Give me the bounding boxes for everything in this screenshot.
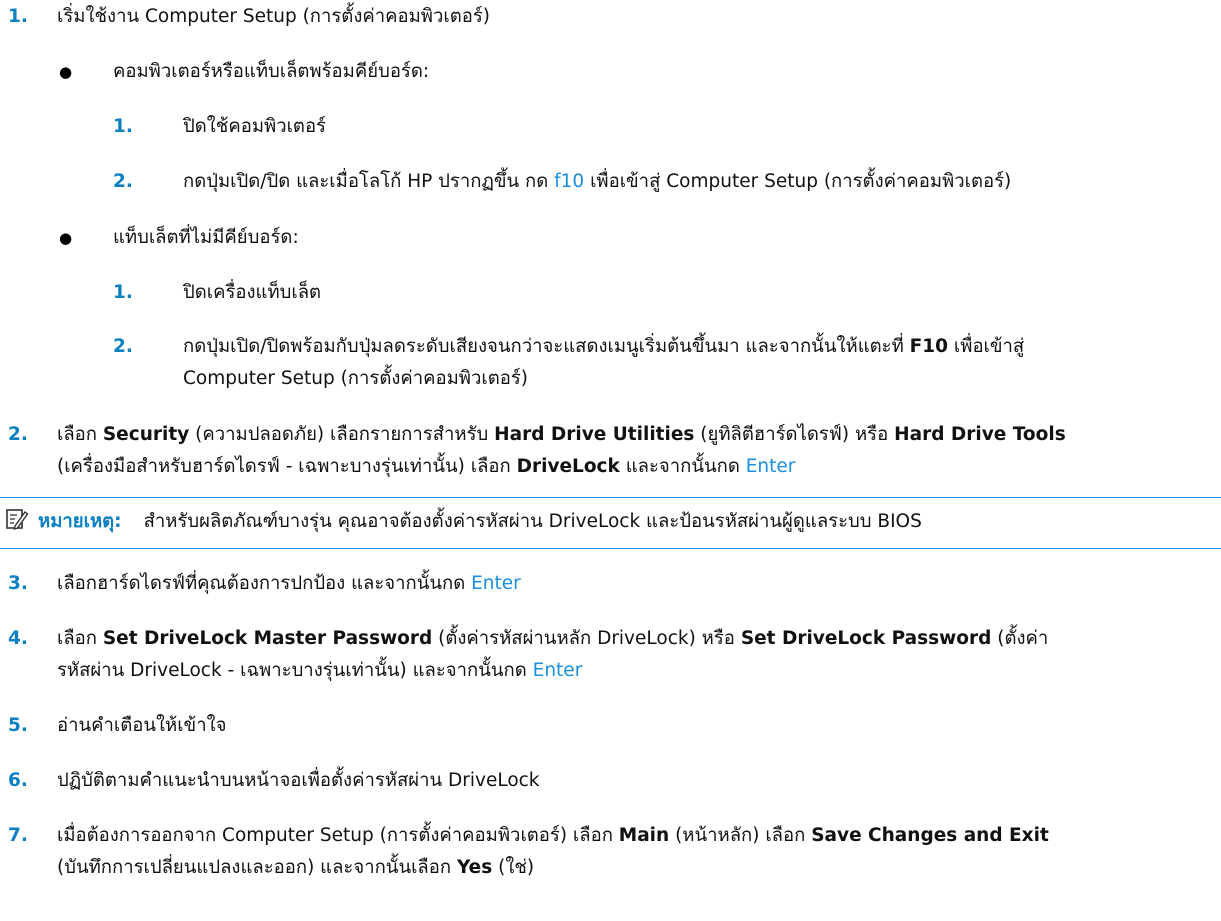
step-number: 3. [8,573,28,594]
text-run: เพื่อเข้าสู่ Computer Setup (การตั้งค่าค… [584,171,1012,192]
substep-text: กดปุ่มเปิด/ปิด และเมื่อโลโก้ HP ปรากฏขึ้… [183,169,1011,195]
substep-text-continued: Computer Setup (การตั้งค่าคอมพิวเตอร์) [183,368,528,389]
substep-text: ปิดเครื่องแท็บเล็ต [183,282,322,303]
substep-text: กดปุ่มเปิด/ปิดพร้อมกับปุ่มลดระดับเสียงจน… [183,334,1024,360]
step-number: 2. [8,424,28,445]
text-run: (ยูทิลิตีฮาร์ดไดรฟ์) หรือ [694,424,895,445]
substep-number: 2. [113,336,133,357]
menu-save-changes-and-exit: Save Changes and Exit [811,825,1049,846]
text-run: (ตั้งค่า [991,628,1049,649]
note-divider-bottom [0,548,1221,549]
text-run: รหัสผ่าน DriveLock - เฉพาะบางรุ่นเท่านั้… [57,660,533,681]
step-number: 1. [8,6,28,27]
text-run: (หน้าหลัก) เลือก [669,825,812,846]
step-number: 6. [8,770,28,791]
note-label: หมายเหตุ: [38,511,122,532]
key-enter: Enter [745,456,796,477]
text-run: (บันทึกการเปลี่ยนแปลงและออก) และจากนั้นเ… [57,857,457,878]
text-run: (ใช่) [492,857,535,878]
step-text-continued: (บันทึกการเปลี่ยนแปลงและออก) และจากนั้นเ… [57,855,534,881]
note-divider-top [0,497,1221,498]
step-text: ปฏิบัติตามคำแนะนำบนหน้าจอเพื่อตั้งค่ารหั… [57,770,540,791]
step-number: 7. [8,825,28,846]
note-text: หมายเหตุ: สำหรับผลิตภัณฑ์บางรุ่น คุณอาจต้… [38,509,922,535]
menu-set-drivelock-password: Set DriveLock Password [740,628,992,649]
substep-number: 2. [113,171,133,192]
step-text: เริ่มใช้งาน Computer Setup (การตั้งค่าคอ… [57,6,490,27]
text-run: เพื่อเข้าสู่ [948,336,1025,357]
text-run: เลือก [57,424,103,445]
substep-number: 1. [113,116,133,137]
menu-hard-drive-tools: Hard Drive Tools [894,424,1066,445]
text-run: (ความปลอดภัย) เลือกรายการสำหรับ [189,424,495,445]
text-run: เมื่อต้องการออกจาก Computer Setup (การตั… [57,825,619,846]
bullet-text: แท็บเล็ตที่ไม่มีคีย์บอร์ด: [113,227,299,248]
step-number: 4. [8,628,28,649]
key-enter: Enter [471,573,521,594]
text-run: กดปุ่มเปิด/ปิด และเมื่อโลโก้ HP ปรากฏขึ้… [183,171,555,192]
step-text: เลือกฮาร์ดไดรฟ์ที่คุณต้องการปกป้อง และจา… [57,571,521,597]
menu-set-drivelock-master-password: Set DriveLock Master Password [102,628,433,649]
text-run: (เครื่องมือสำหรับฮาร์ดไดรฟ์ - เฉพาะบางรุ… [57,456,517,477]
bullet-text: คอมพิวเตอร์หรือแท็บเล็ตพร้อมคีย์บอร์ด: [113,61,430,82]
substep-text: ปิดใช้คอมพิวเตอร์ [183,116,326,137]
step-text-continued: รหัสผ่าน DriveLock - เฉพาะบางรุ่นเท่านั้… [57,658,582,684]
substep-number: 1. [113,282,133,303]
step-text: เมื่อต้องการออกจาก Computer Setup (การตั… [57,823,1049,849]
menu-security: Security [102,424,190,445]
key-f10: F10 [909,336,949,357]
menu-hard-drive-utilities: Hard Drive Utilities [494,424,695,445]
text-run: (ตั้งค่ารหัสผ่านหลัก DriveLock) หรือ [432,628,741,649]
option-yes: Yes [456,857,493,878]
text-run: เลือก [57,628,103,649]
bullet-icon: ● [59,63,73,81]
menu-drivelock: DriveLock [516,456,620,477]
bullet-icon: ● [59,229,73,247]
text-run: เลือกฮาร์ดไดรฟ์ที่คุณต้องการปกป้อง และจา… [57,573,472,594]
text-run: สำหรับผลิตภัณฑ์บางรุ่น คุณอาจต้องตั้งค่า… [143,511,922,532]
menu-main: Main [618,825,670,846]
step-text-continued: (เครื่องมือสำหรับฮาร์ดไดรฟ์ - เฉพาะบางรุ… [57,454,795,480]
text-run: กดปุ่มเปิด/ปิดพร้อมกับปุ่มลดระดับเสียงจน… [183,336,910,357]
key-f10: f10 [554,171,585,192]
key-enter: Enter [532,660,583,681]
step-text: เลือก Security (ความปลอดภัย) เลือกรายการ… [57,422,1066,448]
step-text: เลือก Set DriveLock Master Password (ตั้… [57,626,1048,652]
step-text: อ่านคำเตือนให้เข้าใจ [57,715,227,736]
text-run: และจากนั้นกด [619,456,746,477]
note-pencil-icon [6,509,29,531]
step-number: 5. [8,715,28,736]
